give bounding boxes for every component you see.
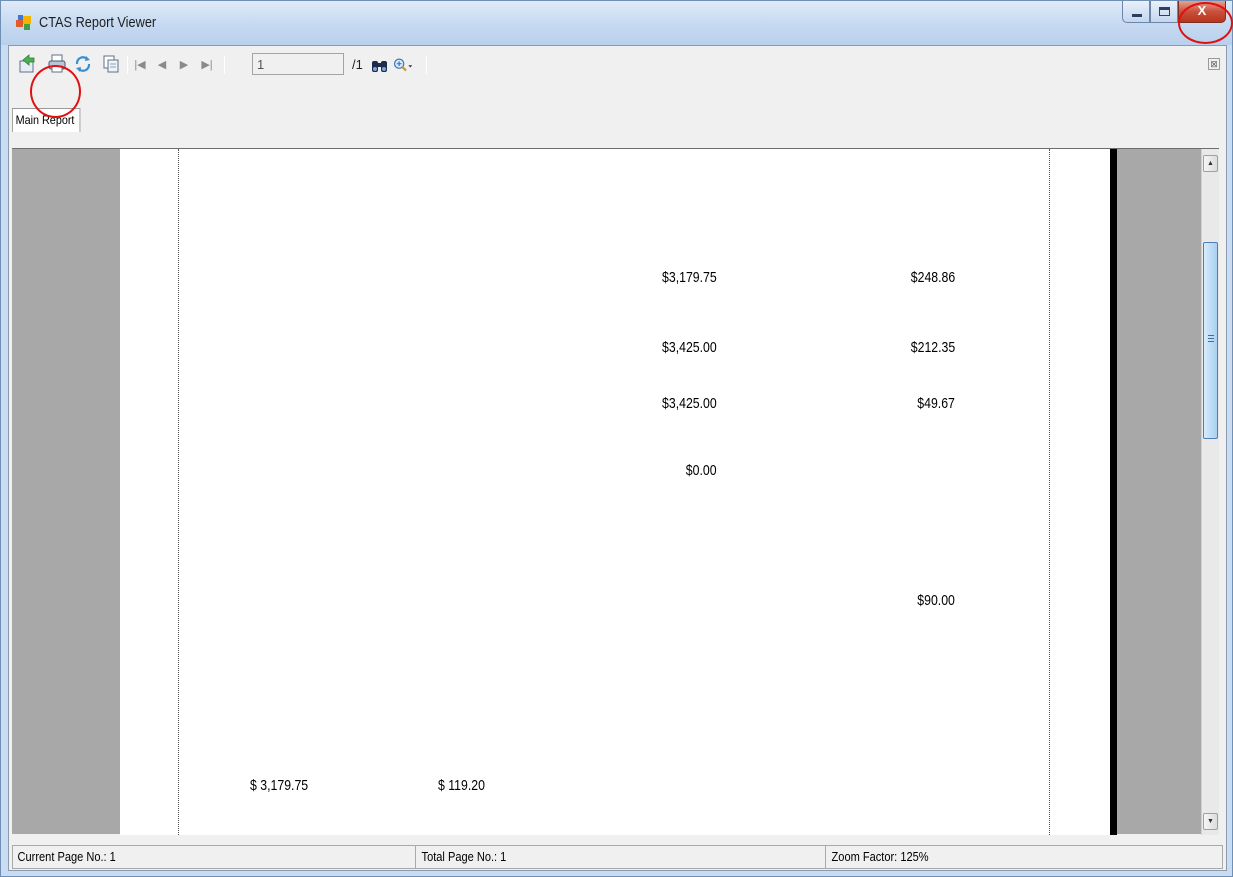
footer-amount: $ 3,179.75 — [250, 777, 309, 794]
export-icon[interactable] — [17, 53, 37, 75]
find-icon[interactable] — [370, 55, 390, 77]
report-value: $49.67 — [917, 395, 955, 412]
toolbar-separator — [224, 56, 225, 74]
scroll-thumb[interactable] — [1203, 242, 1218, 439]
app-icon — [16, 15, 31, 30]
close-window-button[interactable]: X — [1178, 1, 1226, 23]
report-value: $212.35 — [910, 339, 955, 356]
report-value: $3,425.00 — [662, 339, 717, 356]
right-margin-guide — [1049, 149, 1050, 835]
zoom-icon[interactable] — [393, 55, 413, 77]
caption-buttons: X — [1122, 1, 1226, 27]
report-value: $90.00 — [917, 592, 955, 609]
report-value: $248.86 — [910, 269, 955, 286]
copy-icon[interactable] — [101, 53, 121, 75]
report-value: $3,425.00 — [662, 395, 717, 412]
report-viewer-window: CTAS Report Viewer X |◀ ◀ ▶ ▶| 1 /1 ⊠ Ma… — [0, 0, 1233, 877]
previous-page-icon[interactable]: ◀ — [156, 56, 168, 74]
page-number-input[interactable] — [252, 53, 344, 75]
page-total-label: /1 — [352, 57, 363, 72]
page-edge-shadow — [1110, 149, 1117, 835]
report-page: $3,179.75 $248.86 $3,425.00 $212.35 $3,4… — [120, 149, 1110, 835]
status-divider — [825, 846, 826, 868]
last-page-icon[interactable]: ▶| — [201, 56, 213, 74]
zoom-factor-status: Zoom Factor: 125% — [831, 849, 929, 864]
viewer-client-area: |◀ ◀ ▶ ▶| /1 ⊠ Main Report — [8, 45, 1227, 871]
status-bar: Current Page No.: 1 Total Page No.: 1 Zo… — [12, 845, 1223, 869]
left-margin-guide — [178, 149, 179, 835]
minimize-icon — [1132, 14, 1142, 17]
refresh-icon[interactable] — [73, 53, 93, 75]
scroll-up-icon[interactable]: ▲ — [1203, 155, 1218, 172]
maximize-icon — [1159, 7, 1170, 16]
maximize-button[interactable] — [1150, 1, 1178, 23]
toolbar-separator — [127, 56, 128, 74]
report-viewport: $3,179.75 $248.86 $3,425.00 $212.35 $3,4… — [12, 148, 1219, 835]
footer-amount: $ 119.20 — [438, 777, 485, 794]
grip-icon — [1208, 335, 1214, 343]
window-title: CTAS Report Viewer — [39, 14, 157, 31]
title-bar[interactable]: CTAS Report Viewer X — [1, 1, 1232, 45]
current-page-status: Current Page No.: 1 — [17, 849, 116, 864]
print-icon[interactable] — [47, 53, 67, 75]
total-pages-status: Total Page No.: 1 — [421, 849, 507, 864]
toolbar-separator — [426, 56, 427, 74]
tab-main-report[interactable]: Main Report — [12, 108, 81, 132]
report-toolbar: |◀ ◀ ▶ ▶| /1 ⊠ — [9, 46, 1226, 106]
report-value: $3,179.75 — [662, 269, 717, 286]
minimize-button[interactable] — [1122, 1, 1150, 23]
first-page-icon[interactable]: |◀ — [134, 56, 146, 74]
scroll-down-icon[interactable]: ▼ — [1203, 813, 1218, 830]
vertical-scrollbar[interactable]: ▲ ▼ — [1201, 149, 1219, 835]
next-page-icon[interactable]: ▶ — [178, 56, 190, 74]
close-tab-icon[interactable]: ⊠ — [1208, 58, 1220, 70]
status-divider — [415, 846, 416, 868]
report-value: $0.00 — [686, 462, 717, 479]
